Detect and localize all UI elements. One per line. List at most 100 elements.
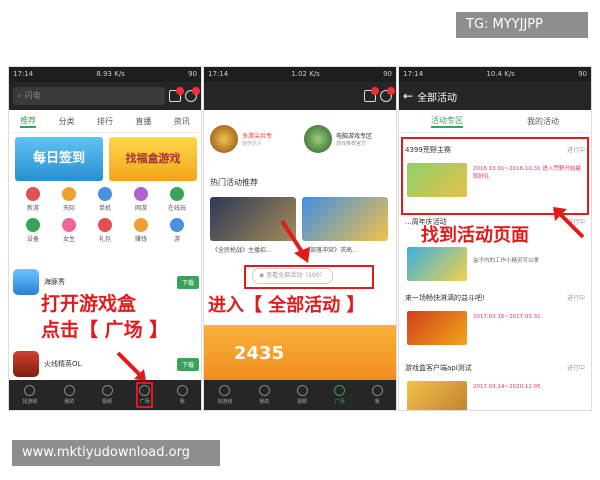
activity-title[interactable]: 游戏盒客户端api测试 进行中: [405, 363, 585, 373]
arrow-icon: [116, 351, 146, 381]
status-speed: 10.4 K/s: [486, 70, 515, 78]
nav-square[interactable]: 广场: [334, 385, 346, 405]
download-button[interactable]: 下载: [176, 275, 199, 289]
activity-title[interactable]: 来一场畅快淋漓的益斗吧! 进行中: [405, 293, 585, 303]
grid-label: 女生: [62, 236, 75, 243]
tab-category[interactable]: 分类: [59, 116, 75, 127]
tab-bar: 活动专区 我的活动: [399, 110, 591, 133]
activity-thumbnail[interactable]: [407, 163, 467, 197]
status-badge: 进行中: [566, 365, 585, 372]
nav-square[interactable]: 广场: [136, 382, 154, 408]
grid-item[interactable]: 新游: [15, 187, 51, 212]
gamepad-icon: [98, 187, 112, 201]
tab-activity-zone[interactable]: 活动专区: [431, 115, 463, 128]
status-battery: 90: [188, 70, 197, 78]
app-icon: [13, 351, 39, 377]
app-name: 海豚秀: [44, 278, 65, 286]
activity-meta: 2017.03.14~2020.12.05: [473, 384, 541, 390]
nav-me[interactable]: 我: [371, 385, 383, 405]
status-time: 17:14: [403, 70, 424, 78]
tab-ranking[interactable]: 排行: [97, 116, 113, 127]
user-sub: 游戏推荐官方: [336, 141, 367, 147]
tab-my-activities[interactable]: 我的活动: [527, 116, 559, 127]
grid-item[interactable]: 赚钱: [123, 218, 159, 243]
nav-label: 广场: [139, 399, 150, 405]
view-all-activities-button[interactable]: ◉ 查看全部活动（100）: [252, 268, 333, 284]
grid-label: 网游: [134, 205, 147, 212]
message-icon[interactable]: [169, 87, 184, 102]
activity-meta: 2017.03.16~2017.03.31: [473, 314, 541, 320]
grid-label: 礼包: [98, 236, 111, 243]
callout-line-2: 点击【 广场 】: [41, 319, 169, 341]
tab-live[interactable]: 直播: [135, 116, 151, 127]
activity-thumbnail[interactable]: [407, 247, 467, 281]
nav-mine[interactable]: 我的: [258, 385, 270, 405]
nav-me[interactable]: 我: [176, 385, 188, 405]
notification-badge: [192, 87, 200, 95]
activity-name: 4399荒野主赛: [405, 146, 451, 154]
nav-label: 找游戏: [217, 399, 233, 405]
watermark-top: TG: MYYJJPP: [456, 12, 588, 38]
screenshot-panel-activities: 17:14 10.4 K/s 90 ← 全部活动 活动专区 我的活动 4399荒…: [398, 66, 592, 411]
square-icon: [139, 385, 151, 396]
banner-checkin[interactable]: 每日签到: [15, 137, 103, 181]
activity-thumbnail[interactable]: [407, 311, 467, 345]
user-card[interactable]: 电脑游戏专区 游戏推荐官方: [304, 119, 394, 159]
grid-item[interactable]: 网游: [123, 187, 159, 212]
nav-video[interactable]: 视频: [101, 385, 113, 405]
banner-gift-text: 找福盒游戏: [125, 152, 181, 165]
nav-label: 我的: [259, 399, 270, 405]
user-icon: [63, 385, 75, 396]
network-game-icon: [134, 187, 148, 201]
nav-label: 我: [374, 399, 380, 405]
section-title: 热门活动推荐: [210, 178, 258, 187]
grid-label: 游: [173, 236, 180, 243]
status-time: 17:14: [13, 70, 34, 78]
favorite-icon[interactable]: [380, 87, 395, 102]
grid-item[interactable]: 单机: [87, 187, 123, 212]
activity-name: 游戏盒客户端api测试: [405, 364, 472, 372]
tab-recommend[interactable]: 推荐: [20, 115, 37, 128]
user-card[interactable]: 多游尖兵专 创作达人: [210, 119, 298, 159]
search-input[interactable]: ⌕ 闪电: [13, 87, 165, 105]
activity-thumbnail[interactable]: [407, 381, 467, 410]
grid-item[interactable]: 礼包: [87, 218, 123, 243]
sky-icon: [62, 187, 76, 201]
top-bar: ⌕ 闪电: [9, 82, 201, 110]
message-icon[interactable]: [364, 87, 379, 102]
top-bar: [204, 82, 396, 110]
nav-label: 找游戏: [22, 399, 38, 405]
banner-gift[interactable]: 找福盒游戏: [109, 137, 197, 181]
grid-item[interactable]: 女生: [51, 218, 87, 243]
grid-item[interactable]: 在线玩: [159, 187, 195, 212]
download-button[interactable]: 下载: [176, 357, 199, 371]
nav-label: 我的: [64, 399, 75, 405]
status-badge: 进行中: [566, 147, 585, 154]
nav-video[interactable]: 视频: [296, 385, 308, 405]
gamepad-icon: [219, 385, 231, 396]
pill-label: 查看全部活动（100）: [266, 272, 326, 279]
avatar: [304, 125, 332, 153]
video-icon: [296, 385, 308, 396]
nav-find-game[interactable]: 找游戏: [217, 385, 232, 405]
activity-caption: 《全民枪战》主播招...: [212, 247, 272, 254]
favorite-icon[interactable]: [185, 87, 200, 102]
grid-label: 设备: [26, 236, 39, 243]
arrow-icon: [280, 219, 310, 263]
back-arrow-icon[interactable]: ←: [403, 89, 413, 103]
nav-mine[interactable]: 我的: [63, 385, 75, 405]
activity-meta: 2016.10.01~2016.10.31 进入荒野开始赢取好礼: [473, 166, 581, 180]
grid-item[interactable]: 天际: [51, 187, 87, 212]
activity-title[interactable]: 4399荒野主赛 进行中: [405, 145, 585, 155]
grid-item[interactable]: 设备: [15, 218, 51, 243]
status-badge: 进行中: [566, 295, 585, 302]
list-item[interactable]: 火线精英OL 下载: [13, 349, 199, 379]
game-icon: [170, 218, 184, 232]
nav-find-game[interactable]: 找游戏: [22, 385, 37, 405]
earn-icon: [134, 218, 148, 232]
tab-news[interactable]: 资讯: [174, 116, 190, 127]
user-sub: 创作达人: [242, 141, 263, 147]
search-placeholder: 闪电: [24, 91, 41, 100]
grid-label: 赚钱: [134, 236, 147, 243]
grid-item[interactable]: 游: [159, 218, 195, 243]
